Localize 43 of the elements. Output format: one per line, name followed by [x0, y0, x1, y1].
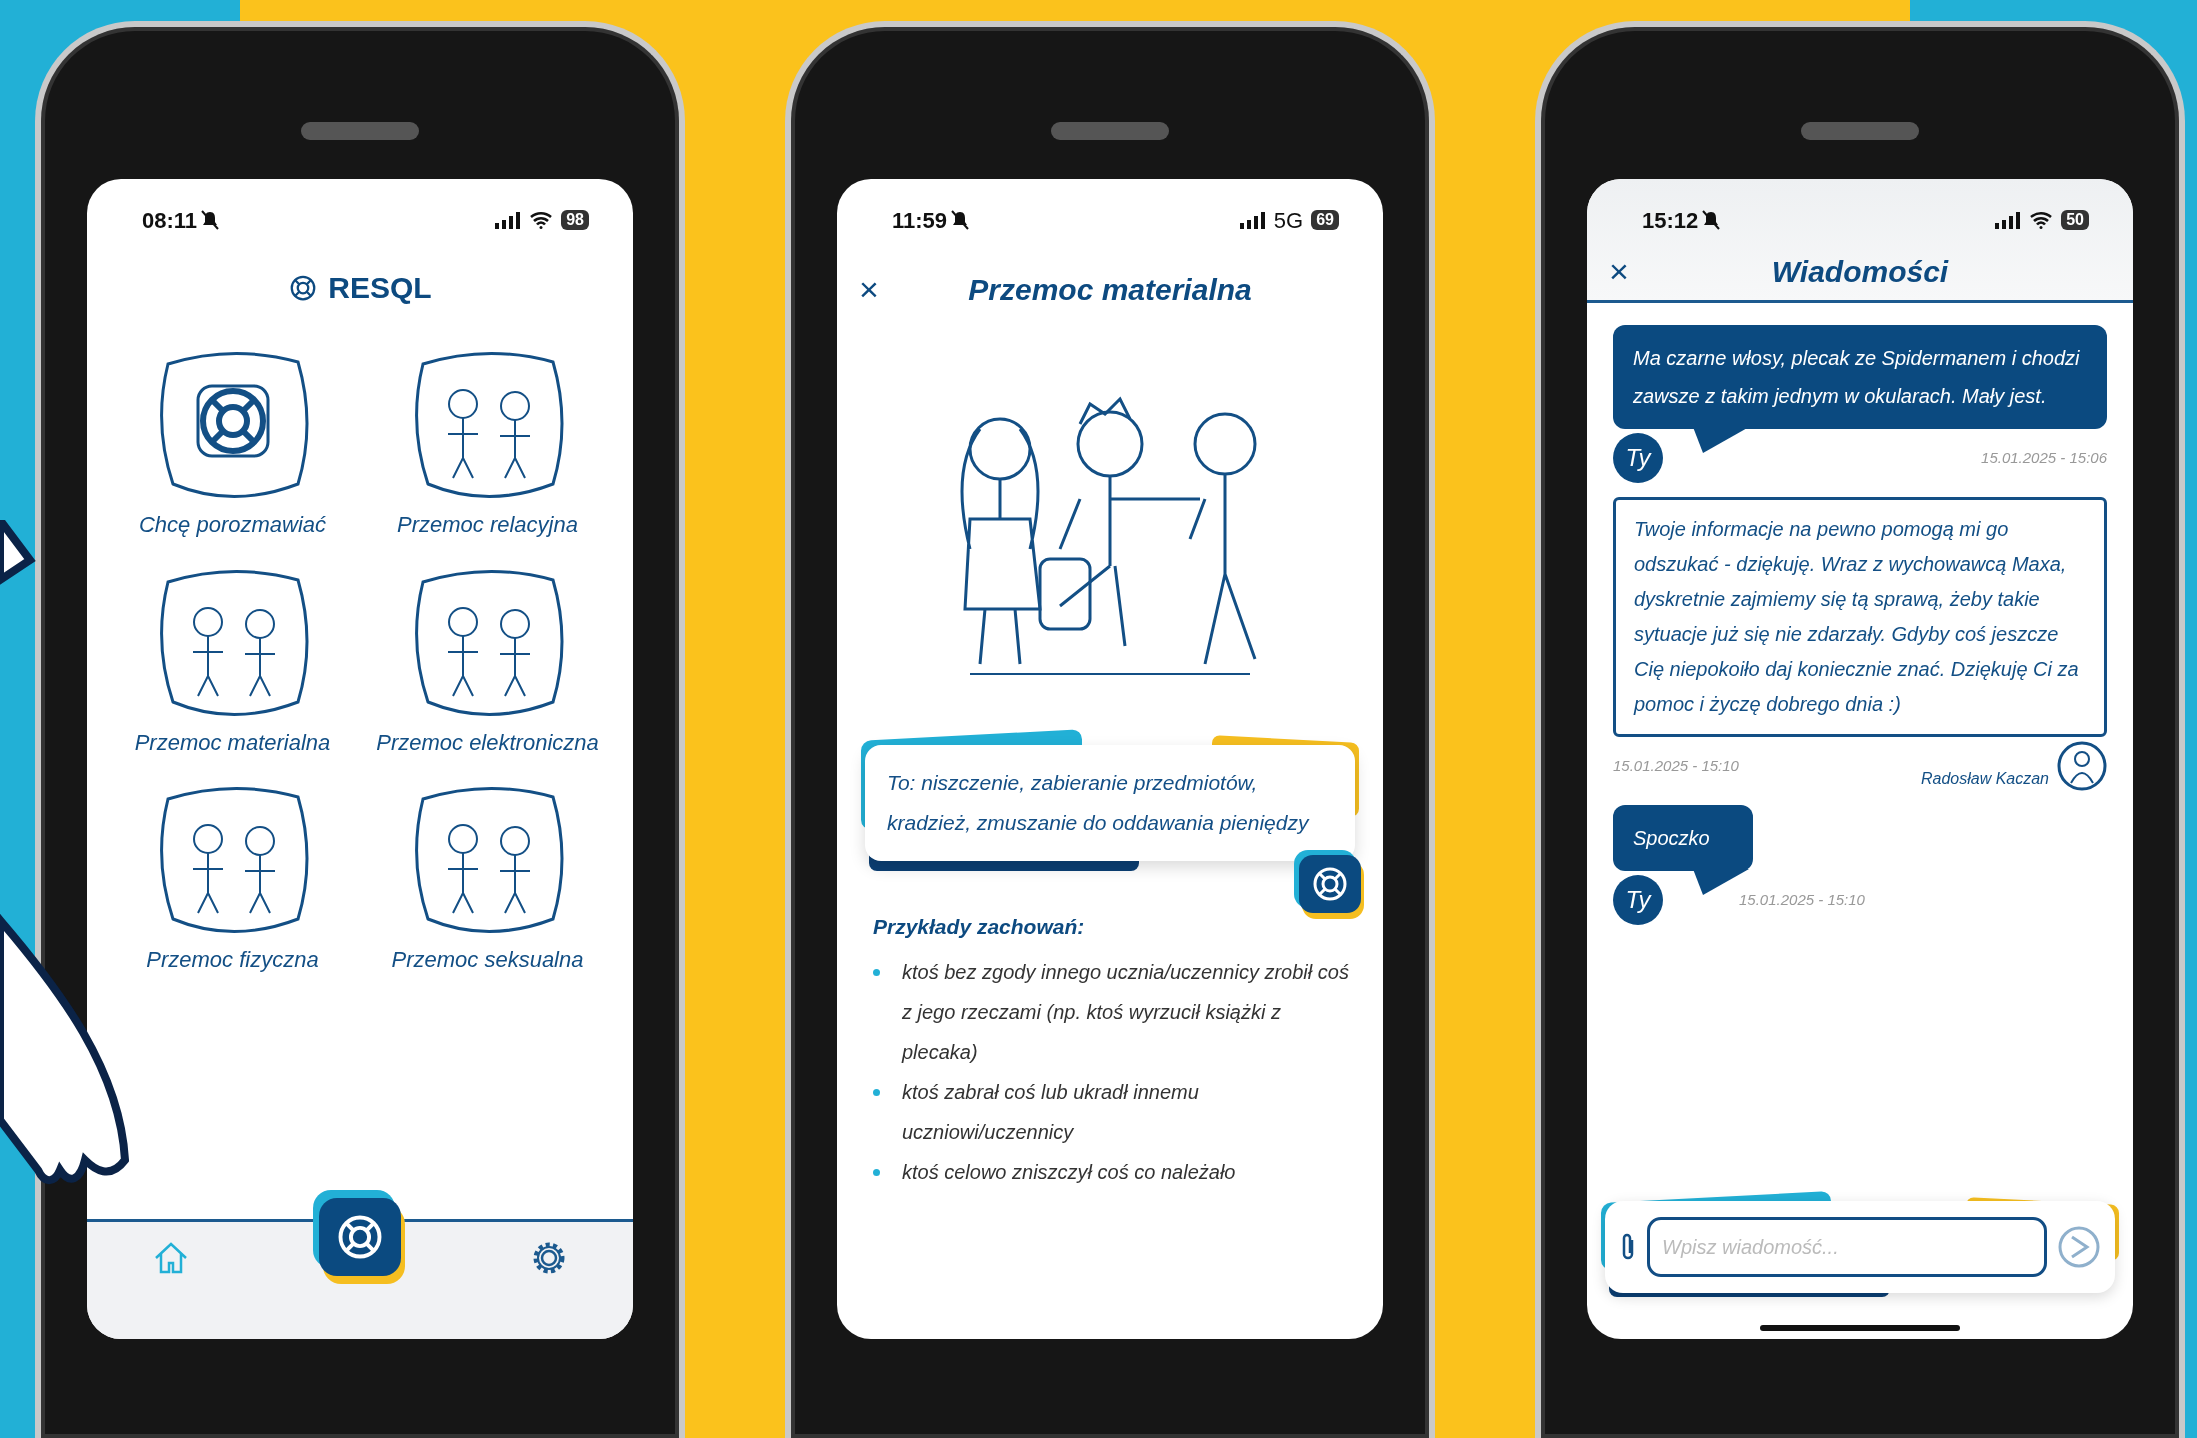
signal-icon	[1239, 211, 1266, 229]
message-bubble: Ma czarne włosy, plecak ze Spidermanem i chodzi zawsze z takim jednym w okularach. Mały jest.	[1613, 325, 2107, 429]
muted-bell-icon	[201, 210, 220, 230]
status-time: 08:11	[142, 206, 198, 235]
section-heading: Przykłady zachowań:	[873, 913, 1085, 940]
avatar: Ty	[1613, 433, 1663, 483]
battery-indicator: 98	[561, 210, 589, 230]
avatar-icon	[2057, 741, 2107, 791]
example-text: ktoś celowo zniszczył coś co należało	[902, 1160, 1236, 1186]
battery-indicator: 50	[2061, 210, 2089, 230]
signal-icon	[495, 211, 522, 229]
bullet-dot	[873, 1169, 880, 1177]
category-tile[interactable]: Przemoc materialna	[105, 561, 360, 758]
category-tile[interactable]: Przemoc fizyczna	[105, 779, 360, 976]
bullet-dot	[873, 969, 880, 977]
screen-title: Wiadomości	[1771, 253, 1949, 290]
app-logo: RESQL	[328, 270, 432, 306]
message-input[interactable]: Wpisz wiadomość...	[1647, 1217, 2047, 1277]
avatar: Ty	[1613, 875, 1663, 925]
category-tile[interactable]: Przemoc seksualna	[360, 779, 615, 976]
screen-title: Przemoc materialna	[968, 271, 1252, 308]
example-text: ktoś bez zgody innego ucznia/uczennicy zrobił coś z jego rzeczami (np. ktoś wyrzucił książki z plecaka)	[902, 960, 1350, 1066]
bubble-tail	[1693, 427, 1749, 453]
bubble-tail	[1693, 869, 1749, 895]
message-bubble: Spoczko	[1613, 805, 1753, 871]
muted-bell-icon	[951, 210, 970, 230]
close-button[interactable]: ×	[1609, 254, 1629, 288]
category-tile[interactable]: Chcę porozmawiać	[105, 344, 360, 540]
category-tile[interactable]: Przemoc elektroniczna	[360, 561, 615, 758]
category-tile[interactable]: Przemoc relacyjna	[360, 344, 615, 540]
message-time: 15.01.2025 - 15:10	[1739, 889, 1865, 910]
sender-name: Radosław Kaczan	[1920, 769, 2049, 789]
message-bubble: Twoje informacje na pewno pomogą mi go odszukać - dziękuję. Wraz z wychowawcą Maxa, dyskretnie zajmiemy się tą sprawą, żeby takie sytuacje już się nie zdarzały. Gdyby coś jeszcze Cię niepokoiło daj koniecznie znać. Dziękuję Ci za pomoc i życzę dobrego dnia :)	[1613, 497, 2107, 737]
status-time: 11:59	[892, 206, 948, 235]
status-time: 15:12	[1642, 206, 1699, 235]
network-label: 5G	[1273, 206, 1304, 235]
battery-indicator: 69	[1311, 210, 1339, 230]
definition-text: To: niszczenie, zabieranie przedmiotów, kradzież, zmuszanie do oddawania pieniędzy	[865, 745, 1355, 861]
bullet-dot	[873, 1089, 880, 1097]
message-time: 15.01.2025 - 15:06	[1981, 447, 2107, 468]
message-time: 15.01.2025 - 15:10	[1613, 755, 1739, 776]
signal-icon	[1995, 211, 2022, 229]
close-button[interactable]: ×	[859, 272, 879, 306]
